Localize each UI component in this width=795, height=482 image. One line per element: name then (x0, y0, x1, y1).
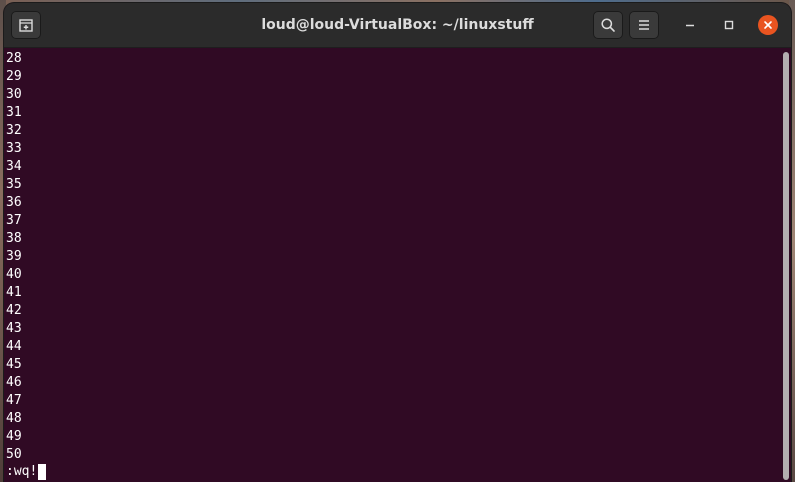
terminal-line: 48 (6, 411, 22, 426)
terminal-line: 43 (6, 321, 22, 336)
terminal-line: 28 (6, 51, 22, 66)
hamburger-menu-icon (639, 20, 649, 30)
window-title: loud@loud-VirtualBox: ~/linuxstuff (261, 17, 534, 33)
terminal-line: 37 (6, 213, 22, 228)
terminal-line: 45 (6, 357, 22, 372)
terminal-output[interactable]: 28 29 30 31 32 33 34 35 36 37 38 39 40 4… (4, 48, 781, 482)
search-icon (601, 18, 615, 32)
terminal-line: 33 (6, 141, 22, 156)
terminal-lines: 28 29 30 31 32 33 34 35 36 37 38 39 40 4… (6, 50, 22, 464)
minimize-icon (686, 24, 694, 27)
maximize-icon (724, 20, 734, 30)
terminal-line: 42 (6, 303, 22, 318)
scrollbar-thumb[interactable] (783, 52, 789, 480)
terminal-line: 41 (6, 285, 22, 300)
maximize-button[interactable] (719, 15, 739, 35)
title-bar[interactable]: loud@loud-VirtualBox: ~/linuxstuff (4, 3, 791, 48)
command-line[interactable]: :wq! (6, 463, 47, 481)
terminal-line: 47 (6, 393, 22, 408)
terminal-line: 39 (6, 249, 22, 264)
command-text: :wq! (6, 464, 38, 479)
new-tab-button[interactable] (11, 11, 41, 39)
terminal-line: 49 (6, 429, 22, 444)
terminal-line: 44 (6, 339, 22, 354)
terminal-line: 46 (6, 375, 22, 390)
close-icon (764, 21, 772, 29)
terminal-line: 34 (6, 159, 22, 174)
terminal-line: 32 (6, 123, 22, 138)
new-tab-icon (19, 19, 33, 32)
text-cursor (38, 464, 47, 480)
terminal-line: 35 (6, 177, 22, 192)
terminal-line: 40 (6, 267, 22, 282)
terminal-line: 36 (6, 195, 22, 210)
terminal-window: loud@loud-VirtualBox: ~/linuxstuff 28 29… (4, 3, 791, 482)
search-button[interactable] (593, 11, 623, 39)
terminal-line: 50 (6, 447, 22, 462)
terminal-line: 30 (6, 87, 22, 102)
terminal-line: 31 (6, 105, 22, 120)
close-button[interactable] (758, 15, 778, 35)
menu-button[interactable] (629, 11, 659, 39)
scrollbar[interactable] (780, 49, 791, 482)
minimize-button[interactable] (680, 15, 700, 35)
terminal-line: 38 (6, 231, 22, 246)
terminal-line: 29 (6, 69, 22, 84)
